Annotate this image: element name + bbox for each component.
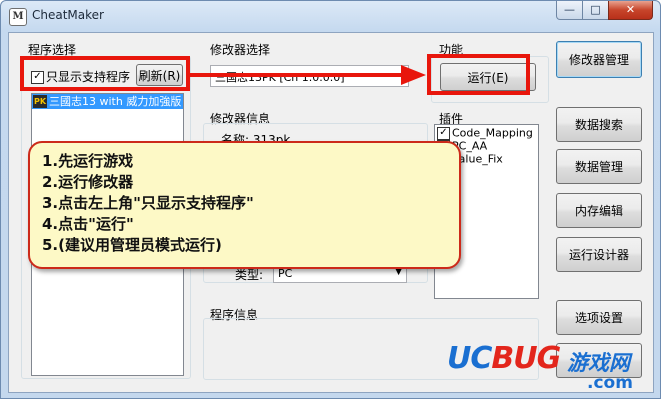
ucbug-watermark-logo: UCBUG 游戏网 .com (447, 341, 633, 393)
annotation-line: 3.点击左上角"只显示支持程序" (42, 194, 254, 212)
program-name: 三國志13 with 威力加強版 (49, 95, 182, 108)
data-manager-button[interactable]: 数据管理 (556, 149, 642, 184)
run-designer-button[interactable]: 运行设计器 (556, 237, 642, 272)
annotation-line: 2.运行修改器 (42, 173, 134, 191)
list-item[interactable]: ✓ Code_Mapping (437, 127, 538, 140)
modifier-manager-button[interactable]: 修改器管理 (556, 41, 642, 78)
checkbox-checked-icon: ✓ (437, 127, 450, 140)
memory-edit-button[interactable]: 内存编辑 (556, 193, 642, 228)
annotation-line: 1.先运行游戏 (42, 152, 134, 170)
game-icon: PK (33, 95, 47, 108)
cheatmaker-logo-icon: M (9, 8, 27, 26)
annotation-line: 4.点击"运行" (42, 215, 134, 233)
list-item[interactable]: PK 三國志13 with 威力加強版 (32, 94, 183, 109)
window-title: CheatMaker (32, 8, 104, 22)
highlight-run-button (427, 54, 530, 95)
arrow-icon (190, 65, 426, 85)
close-button[interactable]: ✕ (608, 1, 653, 20)
title-bar[interactable]: M CheatMaker — □ ✕ (1, 1, 660, 31)
plugin-label: Code_Mapping (452, 126, 533, 140)
minimize-button[interactable]: — (556, 1, 583, 20)
modifier-select-label: 修改器选择 (210, 43, 271, 57)
maximize-button[interactable]: □ (582, 1, 609, 20)
highlight-checkbox-area (20, 56, 190, 91)
options-button[interactable]: 选项设置 (556, 300, 642, 335)
annotation-note: 1.先运行游戏 2.运行修改器 3.点击左上角"只显示支持程序" 4.点击"运行… (28, 141, 461, 269)
data-search-button[interactable]: 数据搜索 (556, 107, 642, 142)
annotation-line: 5.(建议用管理员模式运行) (42, 236, 222, 254)
